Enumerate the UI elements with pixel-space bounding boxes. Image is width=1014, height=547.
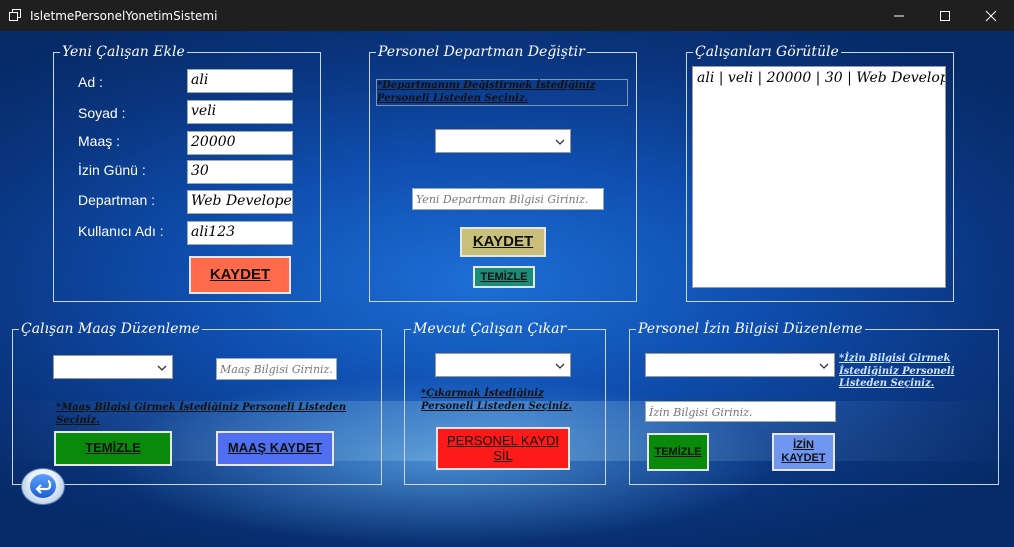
close-icon [985,10,997,22]
leave-save-button[interactable]: İZİN KAYDET [772,433,835,471]
chevron-down-icon [555,363,565,369]
title-bar: IsletmePersonelYonetimSistemi [0,0,1014,31]
salary-save-button[interactable]: MAAŞ KAYDET [216,431,334,466]
maximize-button[interactable] [922,0,968,31]
username-label: Kullanıcı Adı : [78,223,164,239]
delete-employee-button[interactable]: PERSONEL KAYDI SİL [436,427,570,470]
window-restore-icon [9,9,21,21]
chevron-down-icon [555,139,565,145]
salary-edit-note: *Maaş Bilgisi Girmek İstediğiniz Persone… [56,402,347,426]
remove-employee-note: *Çıkarmak İstediğiniz Personeli Listeden… [421,388,573,412]
leave-days-input[interactable]: 30 [187,160,293,184]
surname-label: Soyad : [78,105,126,121]
change-department-note: *Departmanını Değiştirmek İstediğiniz Pe… [376,79,628,106]
salary-label: Maaş : [78,133,121,149]
minimize-icon [894,15,904,17]
salary-amount-input[interactable]: Maaş Bilgisi Giriniz. [216,358,337,380]
remove-employee-select[interactable] [435,353,571,377]
new-department-input[interactable]: Yeni Departman Bilgisi Giriniz. [412,188,604,210]
close-button[interactable] [968,0,1014,31]
chevron-down-icon [819,363,829,369]
window-title: IsletmePersonelYonetimSistemi [30,9,218,23]
chevron-down-icon [157,365,167,371]
back-button[interactable] [21,468,65,505]
username-input[interactable]: ali123 [187,221,293,245]
change-department-legend: Personel Departman Değiştir [378,44,585,60]
list-item[interactable]: ali | veli | 20000 | 30 | Web Developer [697,70,945,86]
name-label: Ad : [78,74,103,90]
view-employees-legend: Çalışanları Görütüle [695,44,839,60]
add-employee-legend: Yeni Çalışan Ekle [62,44,185,60]
minimize-button[interactable] [876,0,922,31]
salary-clear-button[interactable]: TEMİZLE [54,431,172,466]
department-clear-button[interactable]: TEMİZLE [473,266,535,288]
leave-employee-select[interactable] [645,353,835,377]
surname-input[interactable]: veli [187,100,293,124]
leave-clear-button[interactable]: TEMİZLE [647,433,709,471]
remove-employee-legend: Mevcut Çalışan Çıkar [413,321,567,337]
name-input[interactable]: ali [187,69,293,93]
department-input[interactable]: Web Developer [187,190,293,214]
department-label: Departman : [78,192,156,208]
salary-input[interactable]: 20000 [187,131,293,155]
leave-edit-note: *İzin Bilgisi Girmek İstediğiniz Persone… [839,353,955,389]
leave-days-label: İzin Günü : [78,162,146,178]
leave-amount-input[interactable]: İzin Bilgisi Giriniz. [645,401,836,422]
main-panel: Yeni Çalışan Ekle Ad : Soyad : Maaş : İz… [0,31,1014,547]
department-employee-select[interactable] [435,129,571,153]
salary-edit-legend: Çalışan Maaş Düzenleme [21,321,200,337]
back-arrow-icon [35,479,52,494]
department-save-button[interactable]: KAYDET [460,227,546,257]
maximize-icon [940,11,950,21]
add-employee-save-button[interactable]: KAYDET [189,256,291,294]
employee-listbox[interactable]: ali | veli | 20000 | 30 | Web Developer [692,66,946,288]
leave-edit-legend: Personel İzin Bilgisi Düzenleme [638,321,863,337]
salary-employee-select[interactable] [53,355,173,379]
